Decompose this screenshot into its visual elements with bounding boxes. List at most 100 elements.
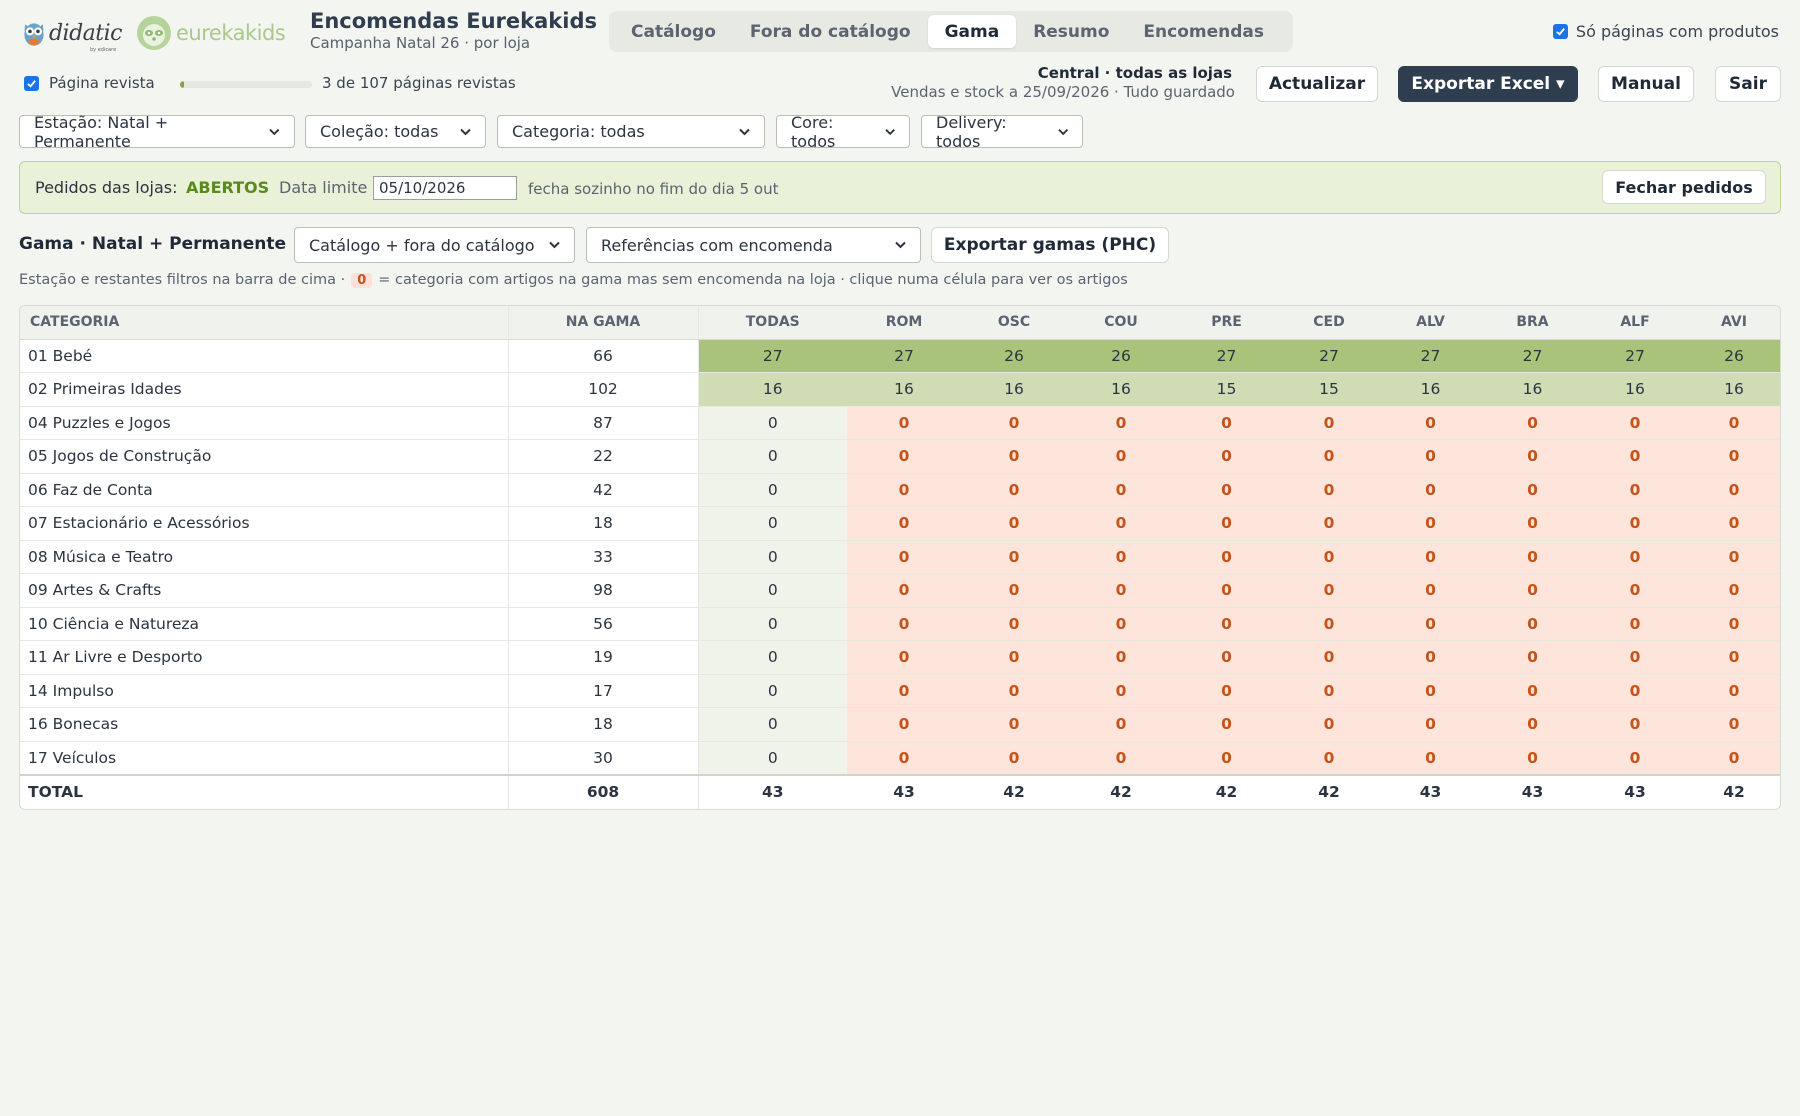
todas-cell[interactable]: 0	[698, 640, 847, 675]
store-cell[interactable]: 0	[1380, 707, 1481, 742]
store-cell[interactable]: 0	[1481, 707, 1584, 742]
only-products-checkbox[interactable]	[1552, 24, 1568, 39]
store-cell[interactable]: 0	[1067, 540, 1175, 574]
page-reviewed-toggle[interactable]: Página revista	[24, 74, 155, 92]
store-cell[interactable]: 0	[1481, 473, 1584, 507]
export-excel-button[interactable]: Exportar Excel ▾	[1398, 66, 1578, 102]
delivery-select[interactable]: Delivery: todos	[921, 113, 1083, 151]
store-cell[interactable]: 0	[1067, 640, 1175, 675]
tab-gama[interactable]: Gama	[927, 15, 1017, 48]
store-cell[interactable]: 0	[1175, 707, 1278, 742]
todas-cell[interactable]: 0	[698, 707, 847, 742]
todas-cell[interactable]: 0	[698, 506, 847, 541]
store-cell[interactable]: 0	[1380, 640, 1481, 675]
todas-cell[interactable]: 0	[698, 439, 847, 474]
store-cell[interactable]: 0	[961, 406, 1067, 440]
store-cell[interactable]: 0	[1278, 406, 1380, 440]
store-cell[interactable]: 0	[847, 707, 961, 742]
store-cell[interactable]: 0	[1584, 674, 1686, 708]
close-orders-button[interactable]: Fechar pedidos	[1602, 170, 1766, 204]
store-cell[interactable]: 0	[1380, 607, 1481, 641]
store-cell[interactable]: 0	[1686, 607, 1780, 641]
todas-cell[interactable]: 0	[698, 573, 847, 608]
store-cell[interactable]: 0	[1584, 540, 1686, 574]
store-cell[interactable]: 16	[1380, 372, 1481, 407]
store-cell[interactable]: 0	[1067, 674, 1175, 708]
store-cell[interactable]: 0	[961, 640, 1067, 675]
store-cell[interactable]: 0	[1584, 439, 1686, 474]
store-cell[interactable]: 0	[847, 473, 961, 507]
store-cell[interactable]: 0	[1584, 406, 1686, 440]
store-cell[interactable]: 0	[1584, 573, 1686, 608]
only-products-toggle[interactable]: Só páginas com produtos	[1552, 22, 1779, 41]
store-cell[interactable]: 0	[1481, 506, 1584, 541]
collection-select[interactable]: Coleção: todas	[305, 115, 486, 148]
store-cell[interactable]: 0	[1278, 640, 1380, 675]
export-gamas-button[interactable]: Exportar gamas (PHC)	[931, 227, 1169, 263]
store-cell[interactable]: 0	[1175, 540, 1278, 574]
store-cell[interactable]: 0	[1067, 741, 1175, 775]
store-cell[interactable]: 27	[1175, 339, 1278, 373]
store-cell[interactable]: 27	[1481, 339, 1584, 373]
store-cell[interactable]: 0	[1380, 506, 1481, 541]
todas-cell[interactable]: 0	[698, 607, 847, 641]
store-cell[interactable]: 26	[1067, 339, 1175, 373]
store-cell[interactable]: 0	[1481, 674, 1584, 708]
store-cell[interactable]: 0	[1686, 540, 1780, 574]
store-cell[interactable]: 0	[1175, 640, 1278, 675]
store-cell[interactable]: 0	[1380, 406, 1481, 440]
store-cell[interactable]: 16	[1584, 372, 1686, 407]
page-reviewed-checkbox[interactable]	[24, 75, 39, 91]
store-cell[interactable]: 27	[1380, 339, 1481, 373]
store-cell[interactable]: 0	[1380, 674, 1481, 708]
store-cell[interactable]: 0	[1380, 439, 1481, 474]
todas-cell[interactable]: 0	[698, 540, 847, 574]
season-select[interactable]: Estação: Natal + Permanente	[19, 113, 295, 151]
store-cell[interactable]: 0	[961, 473, 1067, 507]
store-cell[interactable]: 0	[961, 573, 1067, 608]
store-cell[interactable]: 16	[1481, 372, 1584, 407]
store-cell[interactable]: 0	[1584, 741, 1686, 775]
store-cell[interactable]: 0	[1278, 607, 1380, 641]
store-cell[interactable]: 0	[1584, 707, 1686, 742]
store-cell[interactable]: 26	[961, 339, 1067, 373]
store-cell[interactable]: 0	[1686, 439, 1780, 474]
store-cell[interactable]: 16	[847, 372, 961, 407]
store-cell[interactable]: 0	[1686, 674, 1780, 708]
store-cell[interactable]: 0	[1278, 439, 1380, 474]
store-cell[interactable]: 0	[1481, 573, 1584, 608]
store-cell[interactable]: 0	[847, 573, 961, 608]
store-cell[interactable]: 0	[1686, 640, 1780, 675]
store-cell[interactable]: 26	[1686, 339, 1780, 373]
store-cell[interactable]: 0	[1686, 406, 1780, 440]
store-cell[interactable]: 0	[1380, 573, 1481, 608]
store-cell[interactable]: 0	[847, 607, 961, 641]
store-cell[interactable]: 0	[1175, 607, 1278, 641]
store-cell[interactable]: 0	[961, 741, 1067, 775]
store-cell[interactable]: 0	[1686, 741, 1780, 775]
store-cell[interactable]: 0	[1067, 707, 1175, 742]
core-select[interactable]: Core: todos	[776, 113, 910, 151]
store-cell[interactable]: 0	[1584, 473, 1686, 507]
store-cell[interactable]: 0	[1067, 573, 1175, 608]
store-cell[interactable]: 0	[1175, 741, 1278, 775]
store-cell[interactable]: 0	[961, 607, 1067, 641]
store-cell[interactable]: 0	[1067, 406, 1175, 440]
tab-fora-do-catalogo[interactable]: Fora do catálogo	[733, 15, 928, 48]
store-cell[interactable]: 0	[1584, 506, 1686, 541]
store-cell[interactable]: 0	[1067, 607, 1175, 641]
store-cell[interactable]: 0	[961, 707, 1067, 742]
category-select[interactable]: Categoria: todas	[497, 115, 765, 148]
manual-button[interactable]: Manual	[1598, 66, 1694, 102]
store-cell[interactable]: 0	[961, 439, 1067, 474]
store-cell[interactable]: 0	[961, 540, 1067, 574]
store-cell[interactable]: 0	[1481, 741, 1584, 775]
store-cell[interactable]: 0	[1380, 540, 1481, 574]
tab-resumo[interactable]: Resumo	[1016, 15, 1126, 48]
store-cell[interactable]: 0	[847, 506, 961, 541]
store-cell[interactable]: 0	[1278, 540, 1380, 574]
store-cell[interactable]: 16	[1686, 372, 1780, 407]
store-cell[interactable]: 0	[847, 406, 961, 440]
todas-cell[interactable]: 0	[698, 741, 847, 775]
refresh-button[interactable]: Actualizar	[1256, 66, 1378, 102]
